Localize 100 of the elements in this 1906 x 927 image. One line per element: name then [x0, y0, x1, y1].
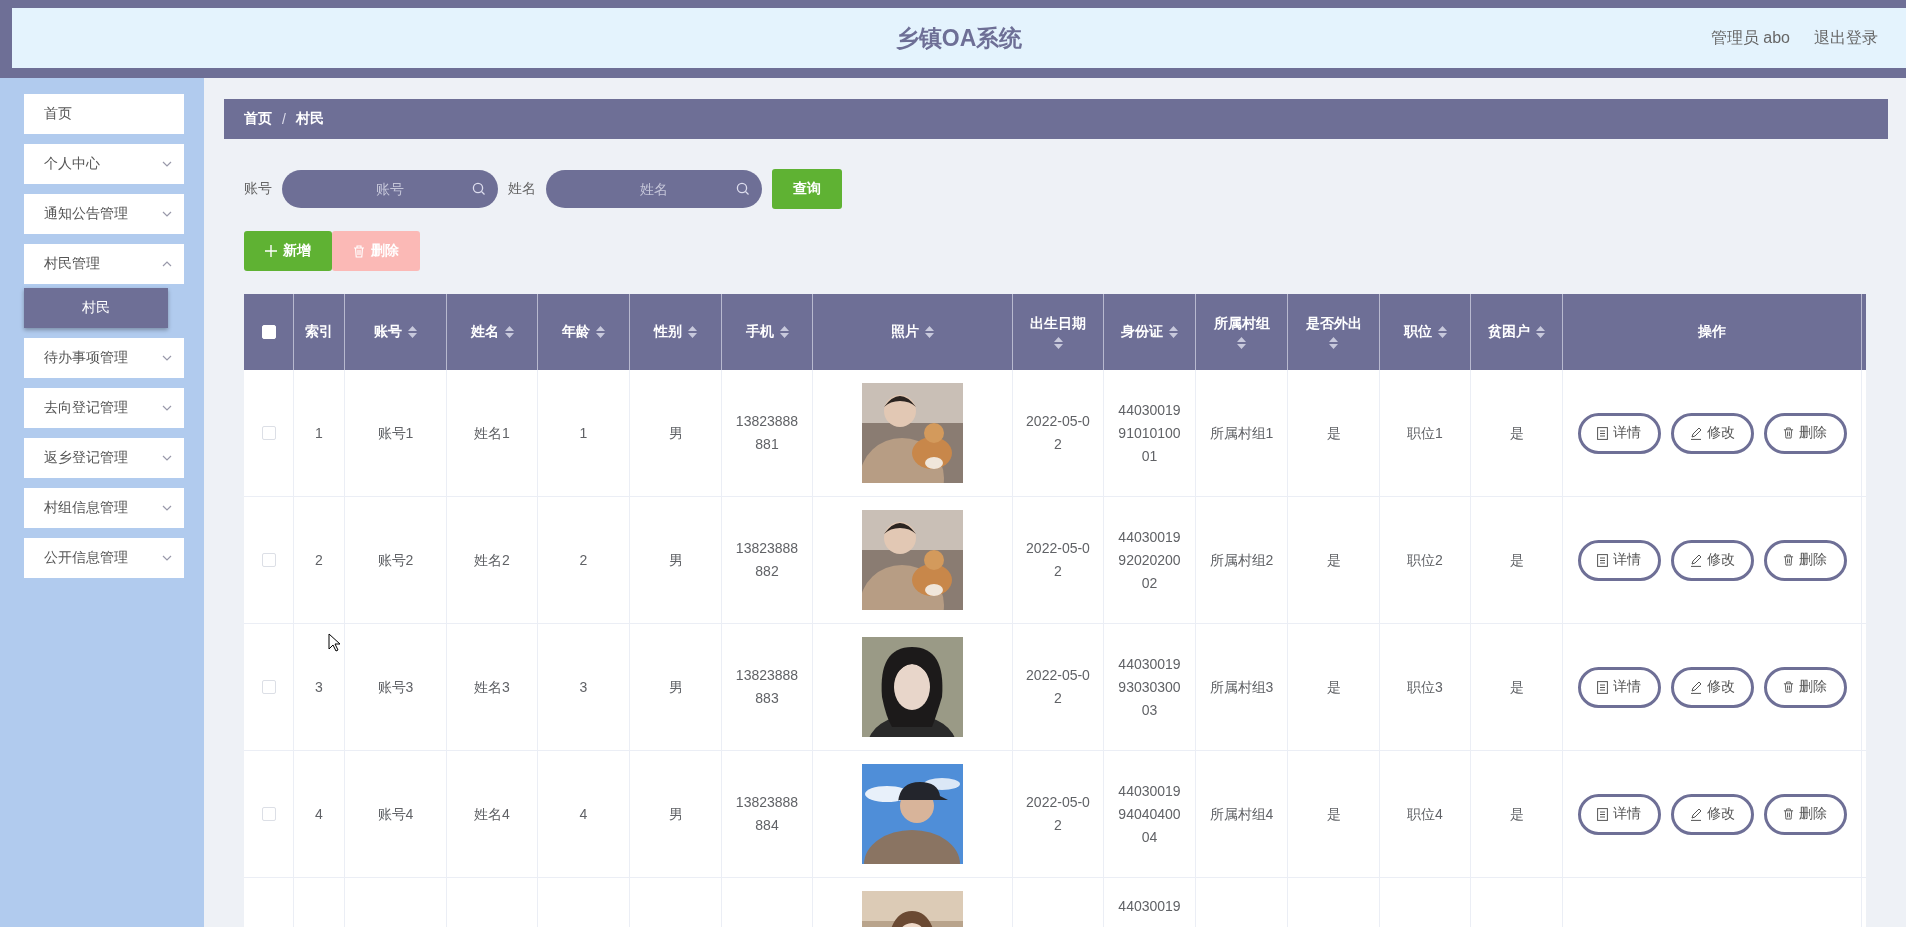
edit-button[interactable]: 修改: [1670, 539, 1754, 581]
search-icon: [472, 182, 486, 196]
sidebar-subitem[interactable]: 村民: [24, 288, 168, 328]
table-cell-text: 13823888883: [734, 666, 800, 708]
pencil-icon: [1689, 680, 1702, 694]
search-icon: [736, 182, 750, 196]
table-cell-text: 所属村组2: [1209, 550, 1274, 570]
column-header[interactable]: 手机: [745, 323, 789, 341]
row-checkbox[interactable]: [261, 426, 276, 440]
details-button[interactable]: 详情: [1577, 666, 1661, 708]
column-header[interactable]: 所属村组: [1210, 315, 1273, 349]
sidebar-item[interactable]: 公开信息管理: [24, 538, 184, 578]
search-field[interactable]: 账号: [282, 170, 498, 208]
table-cell-text: 账号1: [377, 423, 414, 443]
delete-button[interactable]: 删除: [1763, 412, 1847, 454]
sidebar-item[interactable]: 去向登记管理: [24, 388, 184, 428]
table-cell-text: 是: [1326, 423, 1341, 443]
sort-icon: [596, 326, 605, 338]
table-cell-text: 2: [315, 550, 323, 570]
sidebar-item[interactable]: 返乡登记管理: [24, 438, 184, 478]
details-button[interactable]: 详情: [1577, 539, 1661, 581]
table-cell-text: 职位3: [1407, 677, 1443, 697]
table-cell-text: 3: [579, 677, 588, 697]
column-header: 索引: [305, 323, 333, 341]
table-cell-text: 姓名4: [474, 804, 510, 824]
table-cell-text: 姓名2: [474, 550, 510, 570]
table-cell-text: 是: [1326, 677, 1341, 697]
column-header[interactable]: 职位: [1403, 323, 1447, 341]
sort-icon: [408, 326, 417, 338]
sort-icon: [1053, 337, 1063, 349]
sort-icon: [1169, 326, 1178, 338]
table-cell-text: 账号2: [377, 550, 414, 570]
sidebar-item[interactable]: 村民管理: [24, 244, 184, 284]
logout-link[interactable]: 退出登录: [1814, 27, 1878, 49]
table-cell-text: 所属村组1: [1209, 423, 1274, 443]
sidebar-item[interactable]: 首页: [24, 94, 184, 134]
table-cell-text: 2022-05-02: [1025, 793, 1091, 835]
sort-icon: [1237, 337, 1246, 349]
table-cell-text: 是: [1326, 804, 1341, 824]
document-icon: [1597, 426, 1608, 440]
edit-button[interactable]: 修改: [1670, 412, 1754, 454]
edit-button[interactable]: 修改: [1670, 793, 1754, 835]
table-cell-text: 440300199101010001: [1117, 400, 1182, 466]
column-header[interactable]: 是否外出: [1302, 315, 1365, 349]
breadcrumb-link[interactable]: 村民: [295, 110, 324, 128]
table-cell-text: 男: [668, 804, 683, 824]
table-cell-text: 男: [668, 550, 683, 570]
breadcrumb-link[interactable]: 首页: [244, 110, 272, 128]
table-cell-text: 1: [315, 423, 323, 443]
search-field[interactable]: 姓名: [546, 170, 762, 208]
pencil-icon: [1689, 553, 1702, 567]
cursor-icon: [328, 633, 340, 652]
details-button[interactable]: 详情: [1577, 793, 1661, 835]
user-name: 管理员 abo: [1710, 27, 1790, 48]
sort-icon: [1329, 337, 1338, 349]
table-cell-text: 440300199303030003: [1117, 654, 1182, 720]
column-header[interactable]: 照片: [891, 323, 934, 341]
app-title: 乡镇OA系统: [895, 23, 1023, 53]
edit-button[interactable]: 修改: [1670, 666, 1754, 708]
row-checkbox[interactable]: [261, 553, 276, 567]
select-all-checkbox[interactable]: [261, 325, 276, 339]
delete-button[interactable]: 删除: [1763, 666, 1847, 708]
column-header[interactable]: 贫困户: [1488, 323, 1545, 341]
pencil-icon: [1689, 807, 1702, 821]
trash-icon: [1783, 808, 1794, 820]
table-cell-text: 2022-05-02: [1025, 666, 1091, 708]
table-cell-text: 是: [1509, 804, 1524, 824]
table-cell-text: 是: [1509, 550, 1524, 570]
table-cell-text: 账号4: [377, 804, 414, 824]
column-header[interactable]: 身份证: [1121, 323, 1178, 341]
delete-button[interactable]: 删除: [1763, 793, 1847, 835]
table-cell-text: 职位4: [1407, 804, 1443, 824]
table-cell-text: 13823888881: [734, 412, 800, 454]
sidebar-item[interactable]: 村组信息管理: [24, 488, 184, 528]
column-header[interactable]: 性别: [654, 323, 697, 341]
table-cell-text: 1: [579, 423, 588, 443]
table-cell-text: 4: [315, 804, 323, 824]
table-cell-text: 是: [1326, 550, 1341, 570]
sort-icon: [779, 326, 789, 338]
table-cell-text: 男: [668, 677, 683, 697]
column-header[interactable]: 账号: [374, 323, 417, 341]
table-cell-text: 3: [315, 677, 323, 697]
delete-button[interactable]: 删除: [1763, 539, 1847, 581]
column-header[interactable]: 年龄: [562, 323, 605, 341]
table-cell-text: 44030019: [1118, 897, 1181, 915]
row-checkbox[interactable]: [261, 680, 276, 694]
trash-icon: [1783, 427, 1794, 439]
table-cell-text: 男: [668, 423, 683, 443]
sidebar-item[interactable]: 待办事项管理: [24, 338, 184, 378]
column-header[interactable]: 出生日期: [1027, 315, 1089, 349]
table-cell-text: 13823888882: [734, 539, 800, 581]
sidebar-item[interactable]: 通知公告管理: [24, 194, 184, 234]
sort-icon: [1437, 326, 1447, 338]
field-label: 账号: [244, 180, 272, 198]
document-icon: [1597, 807, 1608, 821]
details-button[interactable]: 详情: [1577, 412, 1661, 454]
column-header[interactable]: 姓名: [470, 323, 514, 341]
sidebar-item[interactable]: 个人中心: [24, 144, 184, 184]
row-checkbox[interactable]: [261, 807, 276, 821]
trash-icon: [1783, 681, 1794, 693]
